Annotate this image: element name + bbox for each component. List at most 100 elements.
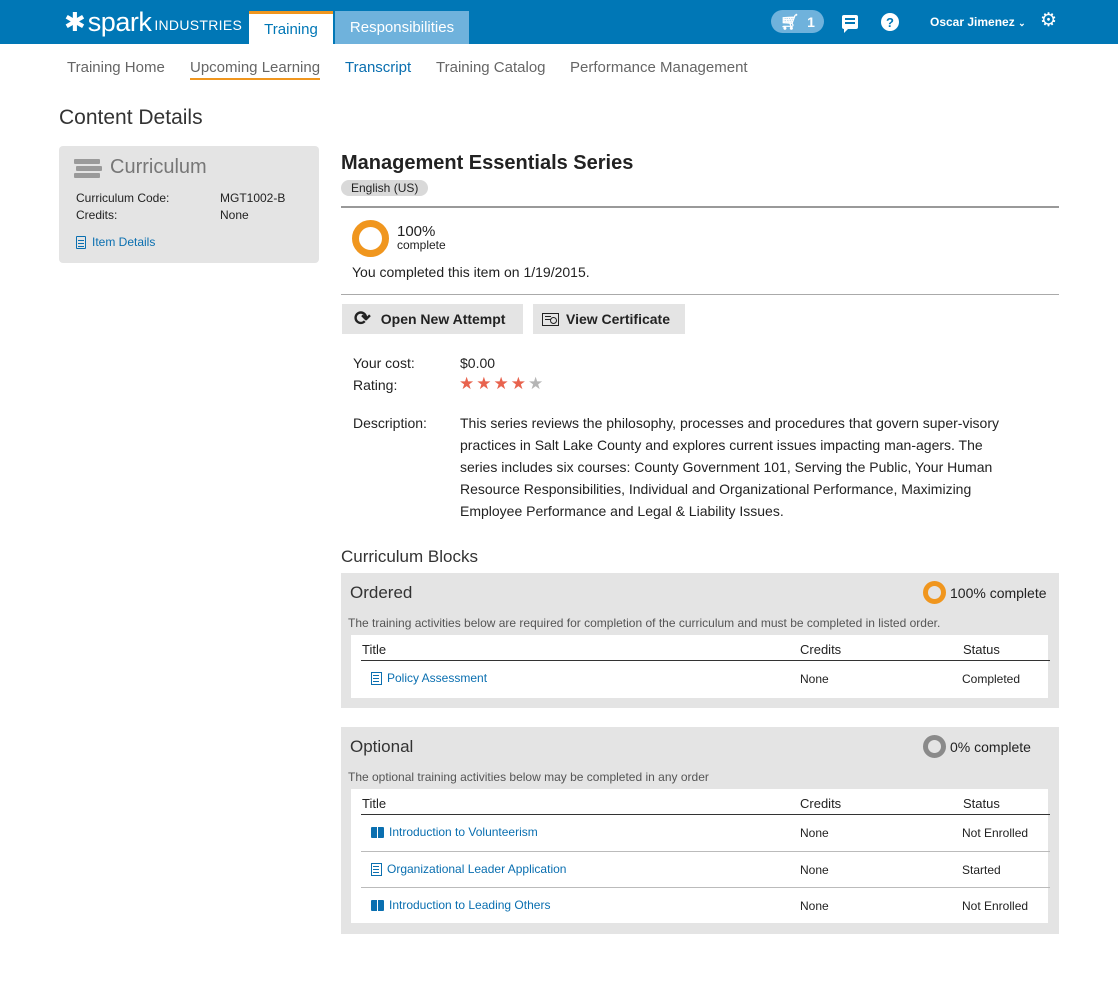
- activity-status: Completed: [962, 672, 1021, 686]
- cost-value: $0.00: [460, 355, 496, 371]
- progress-ring-icon: [352, 220, 389, 257]
- column-header-status: Status: [963, 642, 1000, 657]
- table-row: Policy Assessment None Completed: [361, 661, 1050, 697]
- curriculum-summary-card: Curriculum Curriculum Code: MGT1002-B Cr…: [59, 146, 319, 263]
- progress-label: complete: [397, 238, 446, 252]
- activity-credits: None: [800, 672, 829, 686]
- description-text: This series reviews the philosophy, proc…: [460, 415, 999, 519]
- progress-ring-icon: [923, 581, 946, 604]
- book-icon: [371, 826, 384, 838]
- block-name: Ordered: [350, 583, 413, 602]
- progress-ring-icon: [923, 735, 946, 758]
- nav-training-home[interactable]: Training Home: [67, 59, 165, 76]
- view-certificate-button[interactable]: View Certificate: [533, 304, 685, 334]
- star-icon: ★: [459, 374, 475, 393]
- block-description: The training activities below are requir…: [348, 616, 941, 630]
- user-name: Oscar Jimenez: [930, 15, 1015, 29]
- nav-performance-management[interactable]: Performance Management: [570, 59, 748, 76]
- help-icon[interactable]: ?: [881, 13, 899, 31]
- column-header-credits: Credits: [800, 796, 842, 811]
- page-title: Content Details: [59, 106, 203, 129]
- divider: [341, 206, 1059, 208]
- clipboard-icon: [76, 235, 86, 249]
- curriculum-card-title: Curriculum: [110, 156, 207, 178]
- table-row: Organizational Leader Application None S…: [361, 851, 1050, 887]
- top-bar: ✱ spark INDUSTRIES Training Responsibili…: [0, 0, 1118, 44]
- activity-title: Introduction to Leading Others: [389, 898, 551, 912]
- cart-count: 1: [807, 13, 815, 30]
- curriculum-code-value: MGT1002-B: [220, 191, 286, 205]
- open-new-attempt-button[interactable]: ⟳ Open New Attempt: [342, 304, 523, 334]
- cost-label: Your cost:: [353, 355, 415, 371]
- star-icon: ★: [528, 374, 544, 393]
- activities-table: Title Credits Status Introduction to Vol…: [351, 789, 1050, 923]
- curriculum-code-label: Curriculum Code:: [76, 191, 170, 205]
- certificate-icon: [542, 312, 559, 326]
- activities-table: Title Credits Status Policy Assessment N…: [351, 635, 1050, 698]
- activity-status: Started: [962, 863, 1001, 877]
- ordered-block: Ordered 100% complete The training activ…: [341, 573, 1059, 708]
- gear-icon[interactable]: ⚙: [1040, 9, 1057, 32]
- column-header-title: Title: [362, 642, 387, 657]
- activity-link[interactable]: Introduction to Leading Others: [371, 898, 550, 912]
- nav-upcoming-learning[interactable]: Upcoming Learning: [190, 59, 321, 80]
- item-details-label: Item Details: [92, 235, 156, 249]
- cart-icon: 🛒︎: [780, 13, 800, 31]
- spark-logo-mark: ✱: [64, 7, 86, 37]
- column-header-status: Status: [963, 796, 1000, 811]
- credits-label: Credits:: [76, 208, 118, 222]
- rating-label: Rating:: [353, 377, 398, 393]
- tab-training[interactable]: Training: [249, 11, 333, 44]
- star-icon: ★: [510, 374, 526, 393]
- rating-stars: ★ ★ ★ ★ ★: [459, 374, 543, 394]
- activity-status: Not Enrolled: [962, 826, 1029, 840]
- content-title: Management Essentials Series: [341, 152, 634, 174]
- spark-logo[interactable]: ✱ spark INDUSTRIES: [64, 6, 242, 38]
- item-details-link[interactable]: Item Details: [76, 235, 155, 249]
- block-progress: 0% complete: [950, 739, 1031, 755]
- column-header-title: Title: [362, 796, 387, 811]
- view-certificate-label: View Certificate: [566, 311, 671, 327]
- tab-responsibilities[interactable]: Responsibilities: [335, 11, 469, 44]
- table-row: Introduction to Leading Others None Not …: [361, 887, 1050, 923]
- activity-link[interactable]: Organizational Leader Application: [371, 862, 566, 876]
- completion-message: You completed this item on 1/19/2015.: [352, 264, 590, 280]
- curriculum-blocks-heading: Curriculum Blocks: [341, 547, 478, 566]
- description-label: Description:: [353, 415, 427, 431]
- activity-credits: None: [800, 899, 829, 913]
- curriculum-card-header: Curriculum: [74, 156, 207, 179]
- activity-title: Introduction to Volunteerism: [389, 825, 538, 839]
- document-icon: [371, 671, 382, 685]
- activity-title: Organizational Leader Application: [387, 862, 567, 876]
- activity-credits: None: [800, 826, 829, 840]
- block-name: Optional: [350, 737, 414, 756]
- spark-logo-word: spark: [87, 6, 152, 37]
- activity-link[interactable]: Introduction to Volunteerism: [371, 825, 538, 839]
- star-icon: ★: [493, 374, 509, 393]
- block-progress: 100% complete: [950, 585, 1047, 601]
- cart-button[interactable]: 🛒︎ 1: [771, 10, 824, 33]
- sub-navigation: Training Home Upcoming Learning Transcri…: [0, 59, 1118, 83]
- credits-value: None: [220, 208, 249, 222]
- open-new-attempt-label: Open New Attempt: [380, 311, 506, 327]
- book-icon: [371, 899, 384, 911]
- activity-title: Policy Assessment: [387, 671, 488, 685]
- activity-credits: None: [800, 863, 829, 877]
- table-row: Introduction to Volunteerism None Not En…: [361, 815, 1050, 851]
- chevron-down-icon: ⌄: [1018, 18, 1026, 28]
- refresh-icon: ⟳: [354, 308, 371, 330]
- divider: [341, 294, 1059, 295]
- books-icon: [74, 157, 102, 179]
- user-menu[interactable]: Oscar Jimenez ⌄: [930, 15, 1026, 29]
- nav-transcript[interactable]: Transcript: [345, 59, 411, 76]
- nav-training-catalog[interactable]: Training Catalog: [436, 59, 546, 76]
- star-icon: ★: [476, 374, 492, 393]
- activity-status: Not Enrolled: [962, 899, 1029, 913]
- activity-link[interactable]: Policy Assessment: [371, 671, 487, 685]
- language-badge: English (US): [341, 180, 429, 196]
- chat-icon[interactable]: [842, 15, 858, 33]
- block-description: The optional training activities below m…: [348, 770, 709, 784]
- column-header-credits: Credits: [800, 642, 842, 657]
- optional-block: Optional 0% complete The optional traini…: [341, 727, 1059, 934]
- spark-logo-sub: INDUSTRIES: [154, 17, 243, 33]
